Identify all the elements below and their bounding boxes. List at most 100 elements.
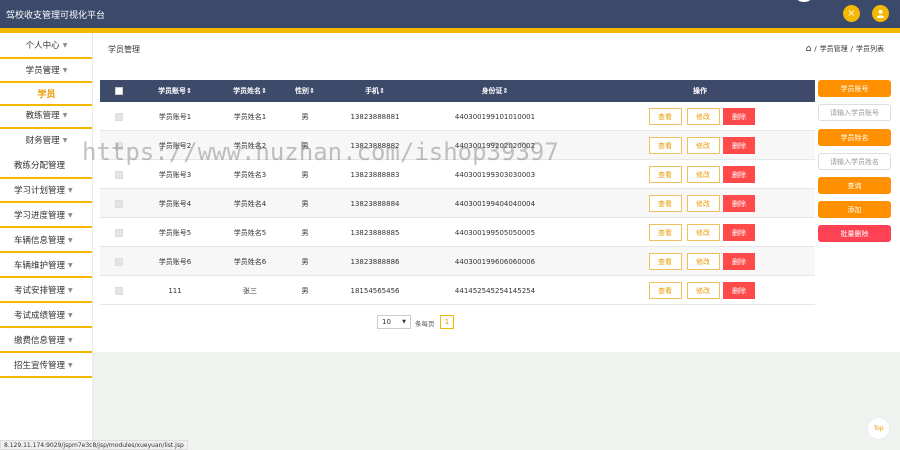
divider: [0, 301, 92, 303]
sidebar-item-exam-score[interactable]: 考试成绩管理 ▼: [0, 304, 93, 326]
close-icon[interactable]: ×: [843, 5, 860, 22]
table-header: 学员账号 ⇕ 学员姓名 ⇕ 性别 ⇕ 手机 ⇕ 身份证 ⇕ 操作: [100, 80, 815, 102]
chevron-down-icon: ▼: [62, 66, 68, 74]
name-search-input[interactable]: 请输入学员姓名: [818, 153, 891, 170]
breadcrumb: ⌂ / 学员管理 / 学员列表: [805, 44, 884, 54]
table-cell: 学员账号1: [158, 112, 192, 121]
table-cell: 18154565456: [350, 286, 400, 295]
edit-button[interactable]: 修改: [686, 282, 720, 299]
back-to-top-button[interactable]: Top: [867, 417, 890, 440]
view-button[interactable]: 查看: [648, 224, 682, 241]
view-button[interactable]: 查看: [648, 108, 682, 125]
row-checkbox[interactable]: [115, 286, 123, 295]
table-cell: 440300199606060006: [454, 257, 536, 266]
home-icon[interactable]: ⌂: [806, 44, 812, 54]
table-row: 学员账号5 学员姓名5 男 13823888885 440300199505050005…: [100, 218, 815, 247]
view-button[interactable]: 查看: [648, 166, 682, 183]
view-button[interactable]: 查看: [648, 195, 682, 212]
select-all-checkbox[interactable]: [115, 87, 123, 95]
col-header-name[interactable]: 学员姓名 ⇕: [220, 80, 280, 102]
page-title: 学员管理: [108, 45, 140, 54]
view-button[interactable]: 查看: [648, 282, 682, 299]
sort-icon: ⇕: [186, 87, 192, 95]
chevron-down-icon: ▼: [68, 311, 73, 319]
delete-button[interactable]: 删除: [723, 224, 755, 241]
sidebar-item-finance-mgmt[interactable]: 财务管理 ▼: [0, 129, 93, 151]
table-cell: 男: [301, 228, 309, 237]
sidebar-item-personal-center[interactable]: 个人中心 ▼: [0, 34, 93, 56]
user-icon[interactable]: [872, 5, 889, 22]
table-cell: 学员姓名5: [233, 228, 267, 237]
search-button[interactable]: 查询: [818, 177, 891, 194]
pointer-cursor-icon: ☝: [44, 67, 50, 77]
chevron-down-icon: ▼: [68, 261, 73, 269]
divider: [0, 201, 92, 203]
chevron-down-icon: ▼: [402, 319, 406, 325]
sort-icon: ⇕: [379, 87, 385, 95]
table-cell: 13823888886: [350, 257, 400, 266]
col-header-account[interactable]: 学员账号 ⇕: [145, 80, 205, 102]
table-cell: 学员姓名1: [233, 112, 267, 121]
sidebar-item-study-progress[interactable]: 学习进度管理 ▼: [0, 204, 93, 226]
table-cell: 111: [168, 286, 182, 295]
row-checkbox[interactable]: [115, 170, 123, 179]
row-checkbox[interactable]: [115, 257, 123, 266]
page-number-current[interactable]: 1: [440, 315, 454, 329]
table-cell: 学员账号6: [158, 257, 192, 266]
edit-button[interactable]: 修改: [686, 195, 720, 212]
batch-delete-button[interactable]: 批量删除: [818, 225, 891, 242]
table-cell: 13823888884: [350, 199, 400, 208]
sidebar-item-coach-mgmt[interactable]: 教练管理 ▼: [0, 104, 93, 126]
view-button[interactable]: 查看: [648, 137, 682, 154]
row-checkbox[interactable]: [115, 112, 123, 121]
divider: [0, 276, 92, 278]
table-cell: 男: [301, 257, 309, 266]
watermark: https://www.huzhan.com/ishop39397: [82, 138, 559, 166]
sidebar-item-enrollment-promo[interactable]: 招生宣传管理 ▼: [0, 354, 93, 376]
row-checkbox[interactable]: [115, 199, 123, 208]
delete-button[interactable]: 删除: [723, 166, 755, 183]
sidebar-item-exam-schedule[interactable]: 考试安排管理 ▼: [0, 279, 93, 301]
sidebar-item-vehicle-info[interactable]: 车辆信息管理 ▼: [0, 229, 93, 251]
edit-button[interactable]: 修改: [686, 166, 720, 183]
sort-icon: ⇕: [502, 87, 509, 95]
table-cell: 男: [301, 112, 309, 121]
table-cell: 440300199505050005: [454, 228, 536, 237]
view-button[interactable]: 查看: [648, 253, 682, 270]
delete-button[interactable]: 删除: [723, 108, 755, 125]
col-header-actions: 操作: [693, 87, 707, 95]
edit-button[interactable]: 修改: [686, 253, 720, 270]
sidebar-item-payment-info[interactable]: 缴费信息管理 ▼: [0, 329, 93, 351]
table-cell: 学员账号5: [158, 228, 192, 237]
sidebar-item-coach-assign[interactable]: 教练分配管理: [0, 154, 93, 176]
chevron-down-icon: ▼: [68, 236, 73, 244]
delete-button[interactable]: 删除: [723, 253, 755, 270]
row-checkbox[interactable]: [115, 228, 123, 237]
sidebar-item-study-plan[interactable]: 学习计划管理 ▼: [0, 179, 93, 201]
chevron-down-icon: ▼: [62, 111, 68, 119]
col-header-phone[interactable]: 手机 ⇕: [340, 80, 410, 102]
delete-button[interactable]: 删除: [723, 195, 755, 212]
delete-button[interactable]: 删除: [723, 137, 755, 154]
col-header-idcard[interactable]: 身份证 ⇕: [440, 80, 550, 102]
sort-icon: ⇕: [261, 87, 267, 95]
sidebar-item-vehicle-maint[interactable]: 车辆维护管理 ▼: [0, 254, 93, 276]
page-size-select[interactable]: 10 ▼: [377, 315, 411, 329]
delete-button[interactable]: 删除: [723, 282, 755, 299]
edit-button[interactable]: 修改: [686, 108, 720, 125]
col-header-gender[interactable]: 性别 ⇕: [285, 80, 325, 102]
chevron-down-icon: ▼: [68, 211, 73, 219]
chevron-down-icon: ▼: [68, 186, 73, 194]
divider: [0, 351, 92, 353]
account-search-input[interactable]: 请输入学员账号: [818, 104, 891, 121]
table-cell: 440300199101010001: [454, 112, 536, 121]
edit-button[interactable]: 修改: [686, 224, 720, 241]
add-button[interactable]: 添加: [818, 201, 891, 218]
chevron-down-icon: ▼: [62, 41, 68, 49]
table-cell: 学员姓名6: [233, 257, 267, 266]
breadcrumb-item[interactable]: 学员管理: [820, 44, 848, 54]
table-row: 学员账号4 学员姓名4 男 13823888884 440300199404040004…: [100, 189, 815, 218]
edit-button[interactable]: 修改: [686, 137, 720, 154]
header-accent-line: [0, 28, 900, 33]
sidebar-item-student[interactable]: 学员: [0, 82, 93, 104]
